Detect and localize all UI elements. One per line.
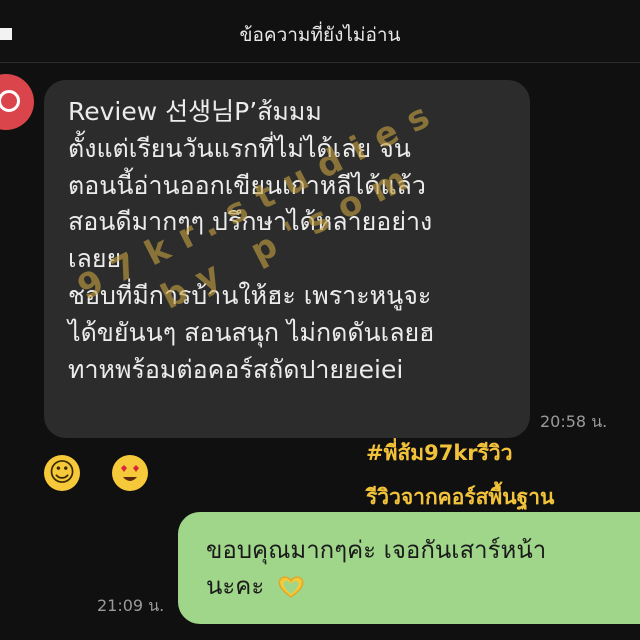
message-line: สอนดีมากๆๆ ปรึกษาได้หลายอย่าง: [68, 207, 433, 237]
message-line: ทาหพร้อมต่อคอร์สถัดปายยeiei: [68, 354, 404, 384]
chat-header: ข้อความที่ยังไม่อ่าน: [0, 0, 640, 63]
message-line: ได้ขยันนๆ สอนสนุก ไม่กดดันเลยฮ: [68, 317, 435, 347]
sender-avatar[interactable]: [0, 74, 34, 130]
review-subtitle: รีวิวจากคอร์สพื้นฐาน: [366, 485, 555, 509]
heart-eyes-emoji-svg: [113, 456, 147, 490]
message-line: Review 선생님P’ส้มมม: [68, 97, 322, 126]
message-line: ชอบที่มีการบ้านให้ฮะ เพราะหนูจะ: [68, 280, 432, 310]
message-line-with-emoji: นะคะ: [206, 568, 640, 604]
review-hashtag: #พี่ส้ม97krรีวิว: [366, 441, 513, 465]
incoming-message-bubble[interactable]: Review 선생님P’ส้มมม ตั้งแต่เรียนวันแรกที่ไ…: [44, 80, 530, 438]
smile-emoji-icon[interactable]: ☺: [44, 455, 80, 491]
message-line: ตั้งแต่เรียนวันแรกที่ไม่ได้เลย จน: [68, 133, 411, 163]
message-line: ขอบคุณมากๆค่ะ เจอกันเสาร์หน้า: [206, 536, 547, 564]
message-line: ตอนนี้อ่านออกเขียนเกาหลีได้แล้ว: [68, 170, 426, 200]
heart-eyes-emoji-icon[interactable]: [112, 455, 148, 491]
message-line-text: นะคะ: [206, 572, 265, 600]
heart-hands-emoji-icon: [278, 576, 304, 598]
message-line: เลยย: [68, 244, 122, 274]
outgoing-message-bubble[interactable]: ขอบคุณมากๆค่ะ เจอกันเสาร์หน้า นะคะ: [178, 512, 640, 624]
incoming-message-time: 20:58 น.: [540, 412, 608, 431]
unread-messages-title: ข้อความที่ยังไม่อ่าน: [239, 24, 401, 46]
outgoing-message-time: 21:09 น.: [97, 596, 165, 615]
avatar-logo-icon: [0, 90, 20, 112]
